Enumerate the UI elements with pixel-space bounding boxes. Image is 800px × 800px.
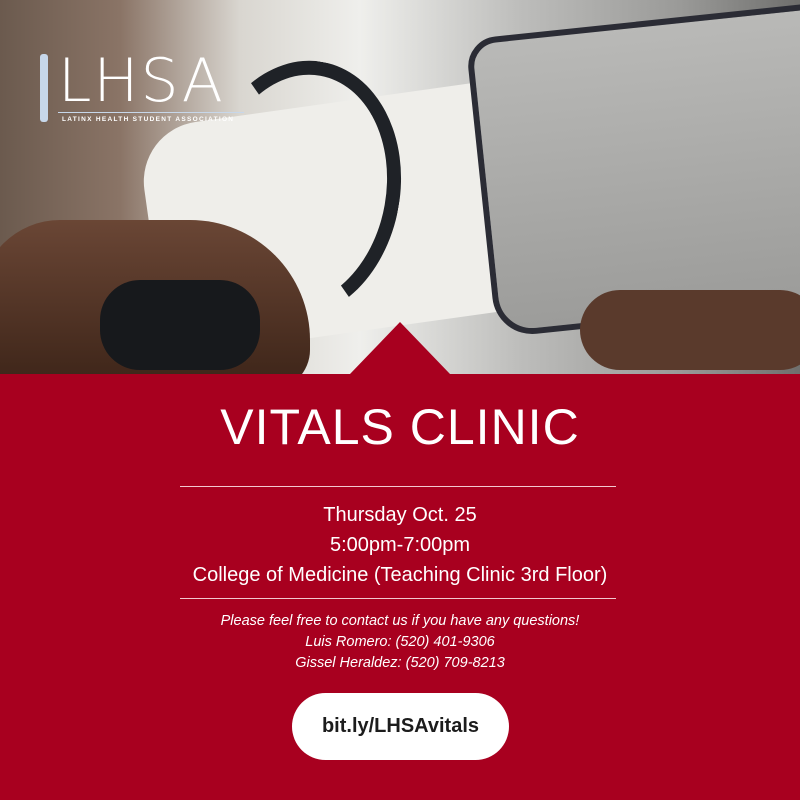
fingers — [580, 290, 800, 370]
rod-of-asclepius-icon — [40, 54, 48, 122]
triangle-notch — [350, 322, 450, 374]
blood-pressure-cuff — [465, 2, 800, 338]
contact-intro: Please feel free to contact us if you ha… — [220, 613, 580, 629]
event-date: Thursday Oct. 25 — [323, 504, 477, 526]
logo-subtitle: LATINX HEALTH STUDENT ASSOCIATION — [62, 116, 235, 123]
event-time: 5:00pm-7:00pm — [329, 534, 471, 556]
divider-bottom — [180, 598, 616, 599]
contact-person: Gissel Heraldez: (520) 709-8213 — [295, 655, 505, 671]
event-details: Thursday Oct. 25 5:00pm-7:00pm College o… — [0, 500, 800, 590]
blood-pressure-photo: LHSA LATINX HEALTH STUDENT ASSOCIATION — [0, 0, 800, 374]
divider-top — [180, 486, 616, 487]
contact-info: Please feel free to contact us if you ha… — [0, 611, 800, 674]
contact-person: Luis Romero: (520) 401-9306 — [305, 634, 495, 650]
lhsa-logo: LHSA LATINX HEALTH STUDENT ASSOCIATION — [36, 46, 244, 123]
event-title: VITALS CLINIC — [220, 399, 580, 455]
event-location: College of Medicine (Teaching Clinic 3rd… — [192, 564, 608, 586]
logo-wordmark: LHSA — [58, 46, 225, 116]
pump-bulb — [100, 280, 260, 370]
signup-link-button[interactable]: bit.ly/LHSAvitals — [292, 693, 509, 760]
